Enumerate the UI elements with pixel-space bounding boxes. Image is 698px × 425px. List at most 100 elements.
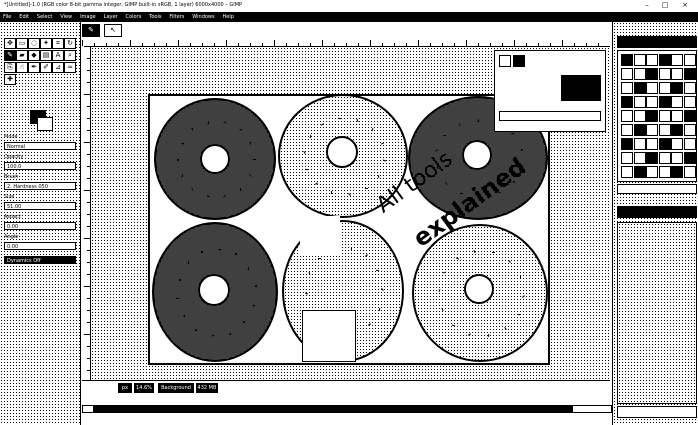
brush-preset-icon[interactable] xyxy=(671,54,683,66)
layers-buttons[interactable] xyxy=(617,406,697,418)
eraser-tool-icon[interactable]: ▰ xyxy=(16,50,28,61)
clone-tool-icon[interactable]: ⎘ xyxy=(4,62,16,73)
text-tool-icon[interactable]: A xyxy=(52,50,64,61)
brush-preset-icon[interactable] xyxy=(621,68,633,80)
brush-preset-icon[interactable] xyxy=(658,96,671,108)
brush-preset-icon[interactable] xyxy=(671,138,683,150)
close-button[interactable]: × xyxy=(678,1,692,10)
heal-tool-icon[interactable]: ✚ xyxy=(4,74,16,85)
brush-preset-icon[interactable] xyxy=(658,82,671,94)
brush-preset-icon[interactable] xyxy=(683,68,696,80)
brush-preset-icon[interactable] xyxy=(671,166,683,178)
brush-preset-icon[interactable] xyxy=(658,124,671,136)
brush-preset-icon[interactable] xyxy=(633,54,646,66)
brush-preset-icon[interactable] xyxy=(671,110,683,122)
color-picker-tool-icon[interactable]: ✐ xyxy=(40,62,52,73)
scrollbar-thumb[interactable] xyxy=(93,406,573,412)
layers-list[interactable] xyxy=(617,222,697,404)
brush-preset-icon[interactable] xyxy=(633,110,646,122)
paint-mode-icon[interactable]: ✎ xyxy=(82,24,100,37)
bucket-tool-icon[interactable]: ◆ xyxy=(28,50,40,61)
brush-preset-icon[interactable] xyxy=(683,110,696,122)
dynamics-checkbox[interactable]: Dynamics Off xyxy=(4,256,76,264)
aspect-slider[interactable]: 0.00 xyxy=(4,222,76,230)
brush-preset-icon[interactable] xyxy=(646,110,658,122)
hex-input[interactable] xyxy=(499,111,601,121)
smudge-tool-icon[interactable]: ☝ xyxy=(16,62,28,73)
size-slider[interactable]: 51.00 xyxy=(4,202,76,210)
brush-preset-icon[interactable] xyxy=(646,138,658,150)
lasso-tool-icon[interactable]: ◌ xyxy=(28,38,40,49)
brush-preset-icon[interactable] xyxy=(646,68,658,80)
brush-preset-icon[interactable] xyxy=(621,110,633,122)
brush-preset-icon[interactable] xyxy=(683,54,696,66)
brush-preset-icon[interactable] xyxy=(646,166,658,178)
brush-preset-icon[interactable] xyxy=(646,124,658,136)
brush-preset-icon[interactable] xyxy=(621,82,633,94)
brush-preset-icon[interactable] xyxy=(683,96,696,108)
brush-preset-icon[interactable] xyxy=(621,96,633,108)
menu-file[interactable]: File xyxy=(0,12,14,22)
brush-preset-icon[interactable] xyxy=(646,82,658,94)
brushes-grid[interactable] xyxy=(617,50,697,182)
brush-preset-icon[interactable] xyxy=(683,82,696,94)
angle-slider[interactable]: 0.00 xyxy=(4,242,76,250)
brush-preset-icon[interactable] xyxy=(683,124,696,136)
menu-colors[interactable]: Colors xyxy=(123,12,145,22)
brush-preset-icon[interactable] xyxy=(658,54,671,66)
brush-preset-icon[interactable] xyxy=(633,152,646,164)
path-tool-icon[interactable]: ✒ xyxy=(28,62,40,73)
menu-layer[interactable]: Layer xyxy=(101,12,121,22)
horizontal-scrollbar[interactable] xyxy=(82,405,612,413)
color-swatch-icon[interactable] xyxy=(499,55,511,67)
brush-preset-icon[interactable] xyxy=(621,138,633,150)
brush-preset-icon[interactable] xyxy=(671,68,683,80)
brush-tag-input[interactable] xyxy=(617,184,697,194)
brush-preset-icon[interactable] xyxy=(683,138,696,150)
paintbrush-tool-icon[interactable]: ✎ xyxy=(4,50,16,61)
brush-preset-icon[interactable] xyxy=(671,152,683,164)
opacity-slider[interactable]: 100.0 xyxy=(4,162,76,170)
menu-select[interactable]: Select xyxy=(34,12,55,22)
brush-selector[interactable]: 2. Hardness 050 xyxy=(4,182,76,190)
zoom-dropdown[interactable]: 14.6% xyxy=(134,383,154,393)
pointer-icon[interactable]: ↖ xyxy=(104,24,122,37)
brush-preset-icon[interactable] xyxy=(646,54,658,66)
brush-preset-icon[interactable] xyxy=(621,166,633,178)
brush-preset-icon[interactable] xyxy=(658,138,671,150)
maximize-button[interactable]: □ xyxy=(658,1,672,10)
brush-preset-icon[interactable] xyxy=(633,82,646,94)
zoom-tool-icon[interactable]: ⌕ xyxy=(64,50,76,61)
menu-windows[interactable]: Windows xyxy=(189,12,217,22)
brush-preset-icon[interactable] xyxy=(671,96,683,108)
brush-preset-icon[interactable] xyxy=(633,96,646,108)
unit-dropdown[interactable]: px xyxy=(118,383,132,393)
brush-preset-icon[interactable] xyxy=(621,54,633,66)
mode-dropdown[interactable]: Normal xyxy=(4,142,76,150)
brush-preset-icon[interactable] xyxy=(646,96,658,108)
brush-preset-icon[interactable] xyxy=(683,166,696,178)
background-color-swatch[interactable] xyxy=(37,117,53,131)
brush-preset-icon[interactable] xyxy=(658,110,671,122)
brush-preset-icon[interactable] xyxy=(658,68,671,80)
menu-edit[interactable]: Edit xyxy=(16,12,32,22)
menu-tools[interactable]: Tools xyxy=(146,12,164,22)
brush-preset-icon[interactable] xyxy=(633,124,646,136)
brush-preset-icon[interactable] xyxy=(658,166,671,178)
brush-preset-icon[interactable] xyxy=(658,152,671,164)
warp-tool-icon[interactable]: ≈ xyxy=(64,62,76,73)
brush-preset-icon[interactable] xyxy=(633,166,646,178)
menu-image[interactable]: Image xyxy=(77,12,99,22)
brush-preset-icon[interactable] xyxy=(633,138,646,150)
rect-select-tool-icon[interactable]: ▭ xyxy=(16,38,28,49)
menu-filters[interactable]: Filters xyxy=(166,12,187,22)
brush-preset-icon[interactable] xyxy=(671,124,683,136)
brush-preset-icon[interactable] xyxy=(683,152,696,164)
image-donuts[interactable] xyxy=(148,94,550,365)
color-swatch-icon[interactable] xyxy=(513,55,525,67)
brush-preset-icon[interactable] xyxy=(671,82,683,94)
move-tool-icon[interactable]: ✥ xyxy=(4,38,16,49)
rotate-tool-icon[interactable]: ↻ xyxy=(64,38,76,49)
fuzzy-select-tool-icon[interactable]: ✦ xyxy=(40,38,52,49)
menu-view[interactable]: View xyxy=(57,12,75,22)
